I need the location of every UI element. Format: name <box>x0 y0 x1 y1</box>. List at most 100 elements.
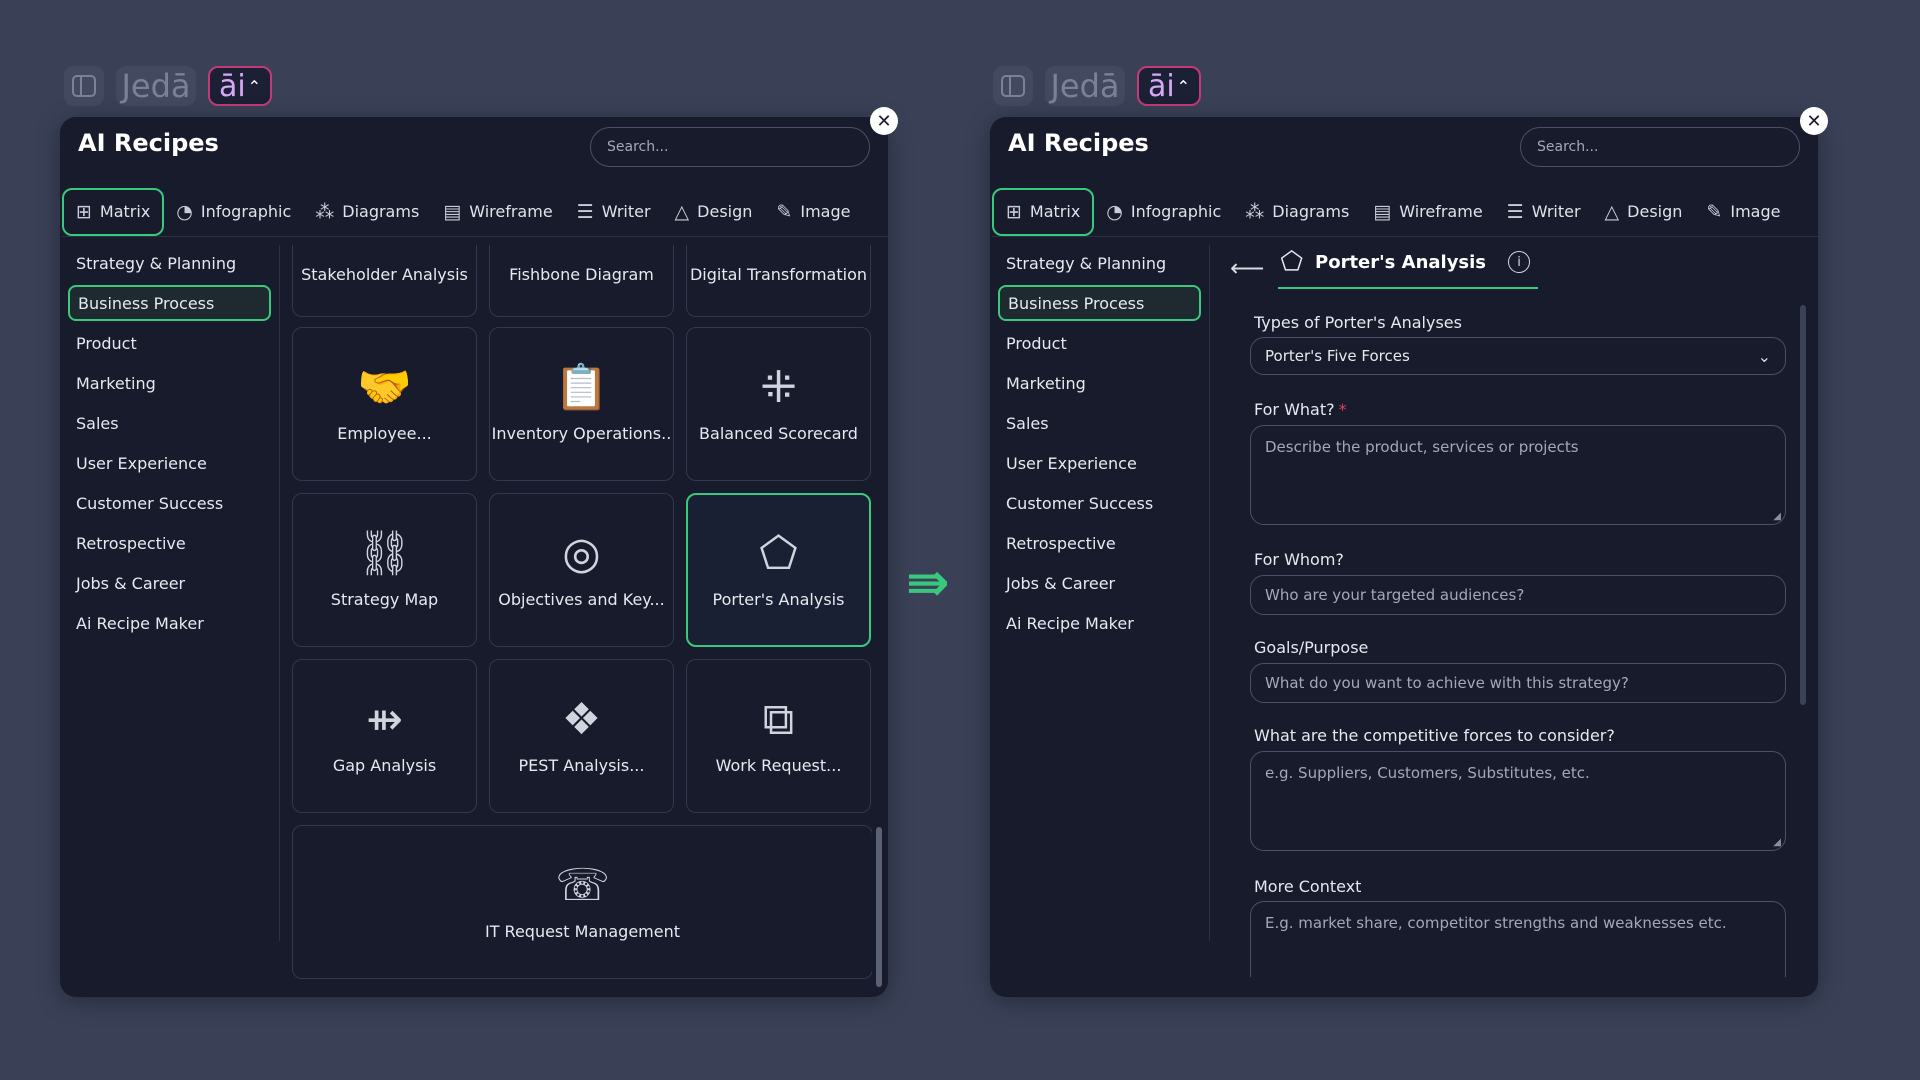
card-strategy-map[interactable]: ⛓ Strategy Map <box>292 493 477 647</box>
category-tabs: ⊞ Matrix ◔ Infographic ⁂ Diagrams ▤ Wirefram… <box>992 187 1818 237</box>
card-label: Employee... <box>337 423 432 443</box>
form-scrollbar[interactable] <box>1800 305 1806 705</box>
grid-icon: ⊞ <box>76 200 92 223</box>
tab-wireframe[interactable]: ▤ Wireframe <box>431 188 564 236</box>
tab-matrix[interactable]: ⊞ Matrix <box>62 187 165 236</box>
sidebar-item-business-process[interactable]: Business Process <box>998 285 1201 321</box>
tab-label: Writer <box>601 202 651 221</box>
tab-label: Image <box>800 202 851 221</box>
context-textarea[interactable]: E.g. market share, competitor strengths … <box>1250 901 1786 977</box>
types-select[interactable]: Porter's Five Forces ⌄ <box>1250 337 1786 375</box>
wireframe-icon: ▤ <box>443 200 462 223</box>
card-it-request[interactable]: ☏ IT Request Management <box>292 825 872 979</box>
sidebar-item-strategy[interactable]: Strategy & Planning <box>68 245 271 281</box>
close-icon[interactable]: ✕ <box>870 107 898 135</box>
category-sidebar: Strategy & Planning Business Process Pro… <box>990 245 1210 941</box>
tab-writer[interactable]: ☰ Writer <box>1495 188 1593 236</box>
card-porters[interactable]: ⬠ Porter's Analysis <box>686 493 871 647</box>
for-whom-input[interactable]: Who are your targeted audiences? <box>1250 575 1786 615</box>
pie-icon: ◔ <box>1106 200 1123 223</box>
brand-logo[interactable]: Jedā <box>116 66 196 106</box>
sidebar-item-user-experience[interactable]: User Experience <box>998 445 1201 481</box>
tab-design[interactable]: △ Design <box>663 188 765 236</box>
sidebar-item-marketing[interactable]: Marketing <box>998 365 1201 401</box>
tab-wireframe[interactable]: ▤ Wireframe <box>1361 188 1494 236</box>
sidebar-item-recipe-maker[interactable]: Ai Recipe Maker <box>998 605 1201 641</box>
goals-input[interactable]: What do you want to achieve with this st… <box>1250 663 1786 703</box>
card-label: PEST Analysis... <box>518 755 645 775</box>
pentagon-icon: ⬠ <box>1280 247 1304 277</box>
sidebar-item-sales[interactable]: Sales <box>998 405 1201 441</box>
tab-diagrams[interactable]: ⁂ Diagrams <box>1233 188 1361 236</box>
forces-textarea[interactable]: e.g. Suppliers, Customers, Substitutes, … <box>1250 751 1786 851</box>
ai-menu-button[interactable]: āi ⌃ <box>208 66 272 106</box>
sidebar-item-business-process[interactable]: Business Process <box>68 285 271 321</box>
close-icon[interactable]: ✕ <box>1800 107 1828 135</box>
tab-label: Infographic <box>1130 202 1222 221</box>
brand-logo[interactable]: Jedā <box>1045 66 1125 106</box>
tab-diagrams[interactable]: ⁂ Diagrams <box>303 188 431 236</box>
sidebar-item-retrospective[interactable]: Retrospective <box>998 525 1201 561</box>
required-mark: * <box>1338 400 1347 419</box>
panel-title: AI Recipes <box>78 129 219 157</box>
recipes-panel-right: ✕ AI Recipes ⊞ Matrix ◔ Infographic ⁂ Diagr… <box>990 107 1828 997</box>
tab-image[interactable]: ✎ Image <box>764 188 862 236</box>
card-inventory[interactable]: 📋 Inventory Operations.. <box>489 327 674 481</box>
card-label: Stakeholder Analysis <box>301 265 468 284</box>
sidebar-item-jobs-career[interactable]: Jobs & Career <box>68 565 271 601</box>
card-balanced[interactable]: ⁜ Balanced Scorecard <box>686 327 871 481</box>
sidebar-item-sales[interactable]: Sales <box>68 405 271 441</box>
sidebar-item-strategy[interactable]: Strategy & Planning <box>998 245 1201 281</box>
tab-infographic[interactable]: ◔ Infographic <box>164 188 303 236</box>
sidebar-toggle-icon[interactable] <box>993 66 1033 106</box>
sidebar-item-jobs-career[interactable]: Jobs & Career <box>998 565 1201 601</box>
sidebar-item-customer-success[interactable]: Customer Success <box>998 485 1201 521</box>
search-input[interactable] <box>590 127 870 167</box>
diagram-icon: ⁂ <box>315 200 335 223</box>
sidebar-item-product[interactable]: Product <box>68 325 271 361</box>
sidebar-item-recipe-maker[interactable]: Ai Recipe Maker <box>68 605 271 641</box>
sidebar-item-customer-success[interactable]: Customer Success <box>68 485 271 521</box>
back-arrow-icon[interactable]: ⟵ <box>1230 254 1264 282</box>
sidebar-toggle-icon[interactable] <box>64 66 104 106</box>
info-icon[interactable]: i <box>1508 251 1531 273</box>
card-objectives[interactable]: ◎ Objectives and Key... <box>489 493 674 647</box>
card-gap[interactable]: ⇻ Gap Analysis <box>292 659 477 813</box>
writer-icon: ☰ <box>1506 200 1524 223</box>
goals-label: Goals/Purpose <box>1254 638 1369 657</box>
tab-writer[interactable]: ☰ Writer <box>565 188 663 236</box>
types-label: Types of Porter's Analyses <box>1254 313 1462 332</box>
card-label: Balanced Scorecard <box>699 423 858 443</box>
card-employee[interactable]: 🤝 Employee... <box>292 327 477 481</box>
types-value: Porter's Five Forces <box>1265 347 1410 365</box>
sidebar-item-user-experience[interactable]: User Experience <box>68 445 271 481</box>
card-pest[interactable]: ❖ PEST Analysis... <box>489 659 674 813</box>
tab-matrix[interactable]: ⊞ Matrix <box>992 187 1095 236</box>
card-label: Work Request... <box>715 755 842 775</box>
card-stakeholder[interactable]: Stakeholder Analysis <box>292 245 477 317</box>
diagram-icon: ⁂ <box>1245 200 1265 223</box>
tab-image[interactable]: ✎ Image <box>1694 188 1792 236</box>
card-label: Porter's Analysis <box>712 589 845 609</box>
ai-menu-button[interactable]: āi ⌃ <box>1137 66 1201 106</box>
card-fishbone[interactable]: Fishbone Diagram <box>489 245 674 317</box>
tab-label: Matrix <box>1029 202 1081 221</box>
tab-design[interactable]: △ Design <box>1593 188 1695 236</box>
resize-handle-icon[interactable]: ◢ <box>1773 837 1781 848</box>
search-input[interactable] <box>1520 127 1800 167</box>
card-digital[interactable]: Digital Transformation <box>686 245 871 317</box>
for-what-textarea[interactable]: Describe the product, services or projec… <box>1250 425 1786 525</box>
sidebar-item-marketing[interactable]: Marketing <box>68 365 271 401</box>
resize-handle-icon[interactable]: ◢ <box>1773 511 1781 522</box>
topbar-right: Jedā āi ⌃ <box>993 66 1201 106</box>
chevron-up-icon: ⌃ <box>247 76 262 96</box>
for-whom-placeholder: Who are your targeted audiences? <box>1265 586 1525 604</box>
sidebar-item-retrospective[interactable]: Retrospective <box>68 525 271 561</box>
context-label: More Context <box>1254 877 1362 896</box>
sidebar-item-product[interactable]: Product <box>998 325 1201 361</box>
grid-scrollbar[interactable] <box>876 827 882 987</box>
card-label: Fishbone Diagram <box>509 265 654 284</box>
image-icon: ✎ <box>1706 200 1723 223</box>
card-work-request[interactable]: ⧉ Work Request... <box>686 659 871 813</box>
tab-infographic[interactable]: ◔ Infographic <box>1094 188 1233 236</box>
